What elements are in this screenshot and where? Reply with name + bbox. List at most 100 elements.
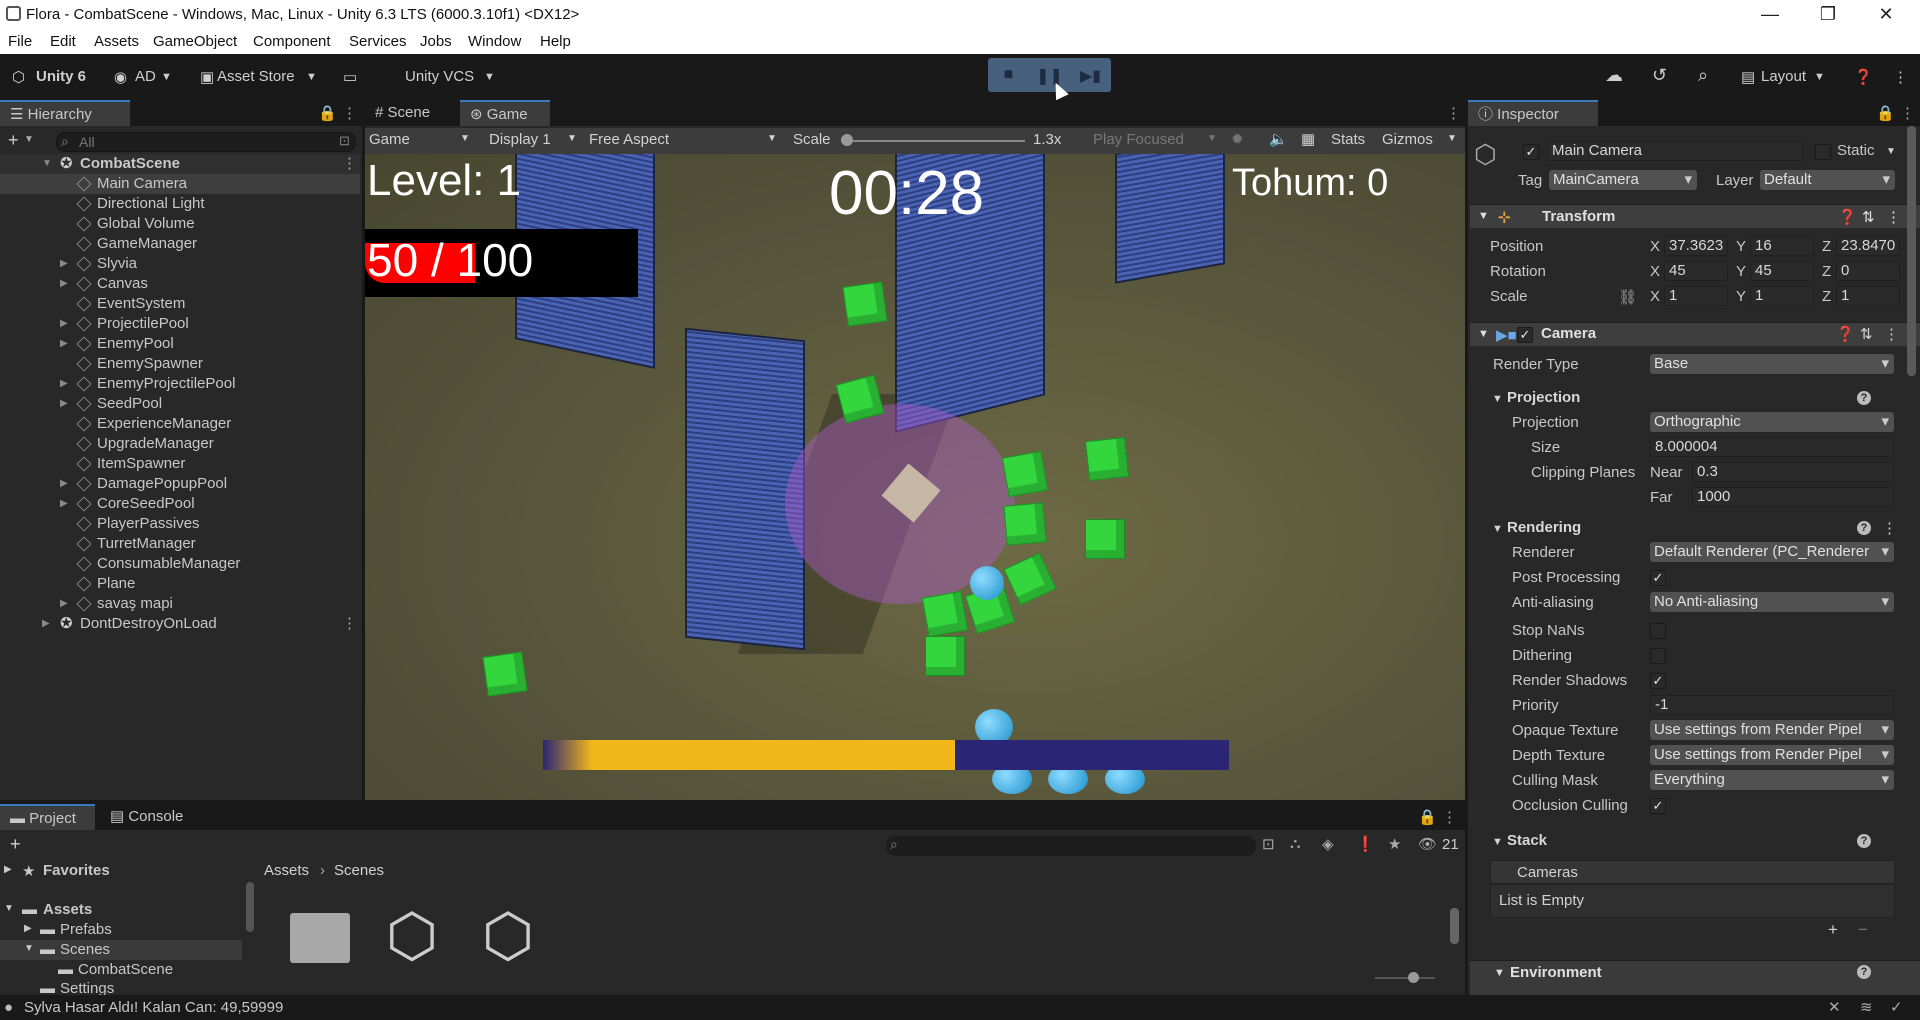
renderer-dropdown[interactable]: Default Renderer (PC_Renderer [1650,542,1894,562]
expand-arrow-icon[interactable]: ▶ [60,374,68,394]
tab-project[interactable]: ▬ Project [0,804,95,830]
type-filter-icon[interactable]: ⛬ [1290,835,1301,852]
layer-dropdown[interactable]: Default [1760,170,1895,190]
expand-arrow-icon[interactable]: ▶ [60,274,68,294]
expand-arrow-icon[interactable]: ▶ [60,254,68,274]
hierarchy-item[interactable]: ItemSpawner [0,454,360,474]
tree-scrollbar[interactable] [246,882,254,932]
combatscene-folder[interactable]: CombatScene [78,961,173,978]
package-icon[interactable]: ▭ [343,68,357,86]
scenes-folder[interactable]: Scenes [60,941,110,958]
hierarchy-item[interactable]: ▶ EnemyProjectilePool [0,374,360,394]
hierarchy-item[interactable]: Global Volume [0,214,360,234]
scene-asset-icon[interactable]: ⬡ [382,904,442,968]
tab-inspector[interactable]: ⓘ Inspector [1468,100,1598,126]
help-icon[interactable]: ? [1857,521,1871,535]
favorites-item[interactable]: Favorites [43,862,110,879]
help-icon[interactable]: ❓ [1836,325,1855,343]
more-icon[interactable]: ⋮ [342,154,357,174]
filter-icon[interactable]: ⊡ [1262,835,1275,853]
layers-icon[interactable]: ≋ [1860,998,1873,1016]
restore-icon[interactable]: ❐ [1800,0,1856,29]
help-icon[interactable]: ❓ [1838,208,1857,226]
expand-arrow-icon[interactable]: ▶ [4,864,12,875]
preset-icon[interactable]: ⇅ [1862,208,1875,226]
project-search-input[interactable]: ⌕ [886,836,1256,856]
cloud-icon[interactable]: ☁ [1605,65,1623,86]
unity-version-button[interactable]: Unity 6 [36,68,86,85]
hierarchy-item[interactable]: GameManager [0,234,360,254]
menu-jobs[interactable]: Jobs [420,33,452,50]
transform-sy-field[interactable]: 1 [1750,286,1814,306]
collapse-arrow-icon[interactable]: ▼ [1492,836,1503,848]
hierarchy-item[interactable]: EventSystem [0,294,360,314]
preset-icon[interactable]: ⇅ [1860,325,1873,343]
active-checkbox[interactable]: ✓ [1523,144,1539,160]
more-icon[interactable]: ⋮ [1882,519,1897,537]
expand-arrow-icon[interactable]: ▶ [42,614,50,634]
hierarchy-item[interactable]: Plane [0,574,360,594]
close-icon[interactable]: ✕ [1858,0,1914,29]
display-dropdown[interactable]: Display 1 [489,131,551,148]
scene-row[interactable]: ▼ ✪ CombatScene ⋮ [0,154,360,174]
hierarchy-item[interactable]: ▶ savaş mapi [0,594,360,614]
stop-button[interactable]: ■ [988,66,1029,84]
hierarchy-item[interactable]: ▶ Slyvia [0,254,360,274]
chevron-down-icon[interactable]: ▼ [1886,146,1896,157]
play-focused-dropdown[interactable]: Play Focused [1093,131,1184,148]
tab-hierarchy[interactable]: ☰ Hierarchy [0,100,130,126]
hierarchy-item[interactable]: UpgradeManager [0,434,360,454]
expand-arrow-icon[interactable]: ▶ [60,314,68,334]
expand-arrow-icon[interactable]: ▼ [42,154,52,174]
depth-texture-dropdown[interactable]: Use settings from Render Pipel [1650,745,1894,765]
transform-sx-field[interactable]: 1 [1664,286,1728,306]
menu-edit[interactable]: Edit [50,33,76,50]
hierarchy-item[interactable]: Main Camera [0,174,360,194]
lock-icon[interactable]: 🔒 [318,104,337,122]
hierarchy-search-input[interactable]: ⌕ All ⊡ [56,132,356,152]
menu-component[interactable]: Component [253,33,331,50]
speaker-icon[interactable]: 🔈 [1269,130,1288,148]
filter-icon[interactable]: ⊡ [339,133,350,149]
breadcrumb-leaf[interactable]: Scenes [334,862,384,879]
expand-arrow-icon[interactable]: ▶ [60,594,68,614]
bug-icon[interactable]: ✹ [1231,130,1244,148]
transform-sz-field[interactable]: 1 [1836,286,1900,306]
hierarchy-item[interactable]: ExperienceManager [0,414,360,434]
transform-header[interactable]: ▼ ⊹ Transform ❓ ⇅ ⋮ [1470,204,1920,228]
step-button[interactable]: ▶▮ [1070,66,1111,86]
hierarchy-item[interactable]: ▶ CoreSeedPool [0,494,360,514]
lock-icon[interactable]: 🔒 [1418,808,1437,826]
link-icon[interactable]: ⛓ [1618,288,1637,306]
warning-icon[interactable]: ❗ [1356,835,1375,853]
transform-ry-field[interactable]: 45 [1750,261,1814,281]
minimize-icon[interactable]: — [1742,0,1798,29]
more-icon[interactable]: ⋮ [1442,808,1457,826]
network-icon[interactable]: ✕ [1828,998,1841,1016]
assets-scrollbar[interactable] [1450,908,1459,944]
breadcrumb-root[interactable]: Assets [264,862,309,879]
zoom-slider-handle[interactable] [1408,972,1419,983]
occlusion-culling-checkbox[interactable]: ✓ [1650,798,1666,814]
aspect-dropdown[interactable]: Free Aspect [589,131,669,148]
more-icon[interactable]: ⋮ [1446,104,1461,122]
menu-gameobject[interactable]: GameObject [153,33,237,50]
lock-icon[interactable]: 🔒 [1876,104,1895,122]
stats-button[interactable]: Stats [1331,131,1365,148]
star-icon[interactable]: ★ [1388,835,1401,853]
tab-game[interactable]: ⊛ Game [460,100,550,126]
layout-button[interactable]: Layout [1761,68,1806,85]
priority-field[interactable]: -1 [1650,695,1894,715]
menu-assets[interactable]: Assets [94,33,139,50]
near-field[interactable]: 0.3 [1692,462,1894,482]
tab-console[interactable]: ▤ Console [100,804,205,830]
help-icon[interactable]: ? [1857,391,1871,405]
add-icon[interactable]: + [10,834,21,855]
hierarchy-item[interactable]: ▶ Canvas [0,274,360,294]
more-icon[interactable]: ⋮ [1893,68,1908,86]
transform-rz-field[interactable]: 0 [1836,261,1900,281]
menu-services[interactable]: Services [349,33,407,50]
chevron-down-icon[interactable]: ▼ [24,134,34,145]
hierarchy-item[interactable]: ConsumableManager [0,554,360,574]
account-button[interactable]: AD [135,68,156,85]
